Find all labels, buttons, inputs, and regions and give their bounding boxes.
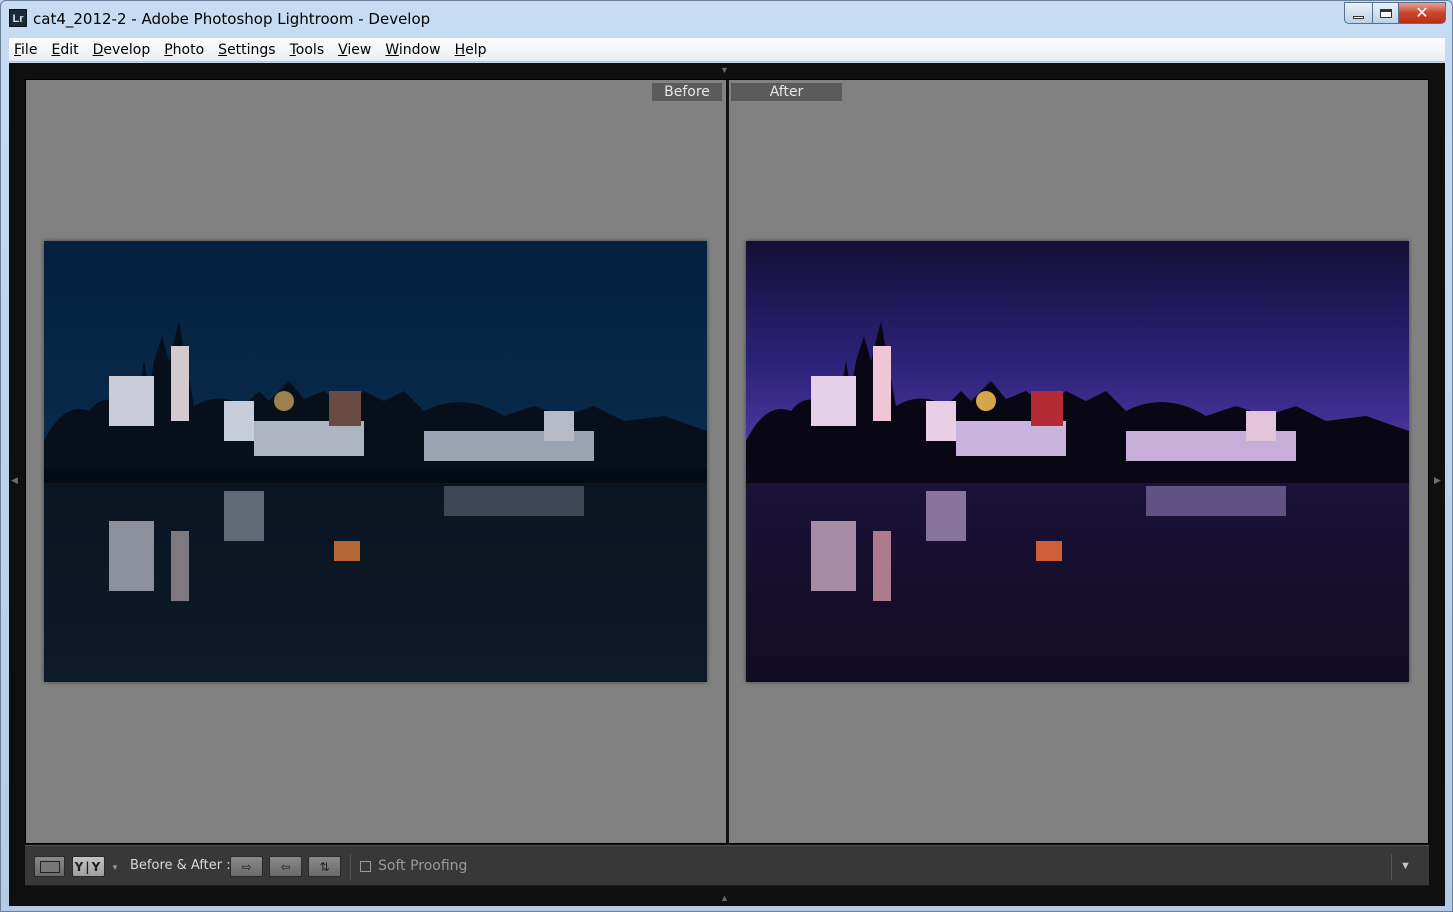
collapse-left-panel-icon[interactable]: ◀ [11, 475, 18, 486]
menu-tools[interactable]: Tools [290, 42, 325, 58]
develop-module: ▼ ◀ ▶ Before After Y|Y ▼ Before & After … [9, 63, 1445, 906]
title-bar[interactable]: Lr cat4_2012-2 - Adobe Photoshop Lightro… [1, 1, 1452, 37]
split-divider [726, 80, 729, 843]
menu-develop[interactable]: Develop [93, 42, 151, 58]
soft-proofing-label[interactable]: Soft Proofing [378, 858, 467, 874]
before-after-label: Before & After : [130, 858, 231, 873]
after-photo[interactable] [746, 241, 1409, 682]
collapse-bottom-panel-icon[interactable]: ▲ [720, 893, 729, 903]
toolbar-separator [350, 854, 351, 880]
lightroom-app-icon[interactable]: Lr [9, 9, 27, 27]
develop-toolbar: Y|Y ▼ Before & After : ⇨ ⇦ ⇅ Soft Proofi… [25, 845, 1429, 886]
before-after-view-button[interactable]: Y|Y [72, 856, 105, 877]
close-icon: ✕ [1415, 3, 1429, 22]
maximize-button[interactable] [1373, 2, 1399, 24]
before-after-viewer: Before After [25, 79, 1429, 844]
menu-view[interactable]: View [338, 42, 371, 58]
view-mode-dropdown-icon[interactable]: ▼ [111, 863, 119, 872]
copy-after-to-before-button[interactable]: ⇦ [269, 856, 302, 877]
loupe-view-button[interactable] [34, 856, 65, 877]
collapse-top-panel-icon[interactable]: ▼ [720, 65, 729, 75]
copy-before-to-after-button[interactable]: ⇨ [230, 856, 263, 877]
app-window: Lr cat4_2012-2 - Adobe Photoshop Lightro… [0, 0, 1453, 912]
menu-file[interactable]: File [14, 42, 37, 58]
collapse-right-panel-icon[interactable]: ▶ [1434, 475, 1441, 486]
before-photo[interactable] [44, 241, 707, 682]
menu-photo[interactable]: Photo [164, 42, 204, 58]
menu-edit[interactable]: Edit [51, 42, 78, 58]
swap-before-after-button[interactable]: ⇅ [308, 856, 341, 877]
soft-proofing-checkbox[interactable] [360, 861, 371, 872]
arrow-right-icon: ⇨ [241, 859, 252, 874]
menu-help[interactable]: Help [455, 42, 487, 58]
maximize-icon [1379, 8, 1392, 18]
arrow-left-icon: ⇦ [280, 859, 291, 874]
after-photo-image [746, 241, 1409, 682]
minimize-button[interactable] [1344, 2, 1373, 24]
swap-icon: ⇅ [319, 859, 330, 874]
menu-bar: File Edit Develop Photo Settings Tools V… [9, 38, 1445, 62]
before-after-view-icon: Y|Y [74, 859, 103, 874]
window-controls: ✕ [1344, 2, 1446, 24]
loupe-view-icon [39, 860, 60, 873]
after-label: After [731, 83, 842, 101]
before-photo-image [44, 241, 707, 682]
menu-window[interactable]: Window [385, 42, 440, 58]
minimize-icon [1353, 15, 1364, 19]
menu-settings[interactable]: Settings [218, 42, 275, 58]
toolbar-content-menu-icon[interactable]: ▼ [1400, 860, 1411, 872]
close-button[interactable]: ✕ [1399, 2, 1446, 24]
window-title: cat4_2012-2 - Adobe Photoshop Lightroom … [33, 10, 431, 28]
before-label: Before [652, 83, 722, 101]
toolbar-separator-right [1391, 854, 1392, 880]
